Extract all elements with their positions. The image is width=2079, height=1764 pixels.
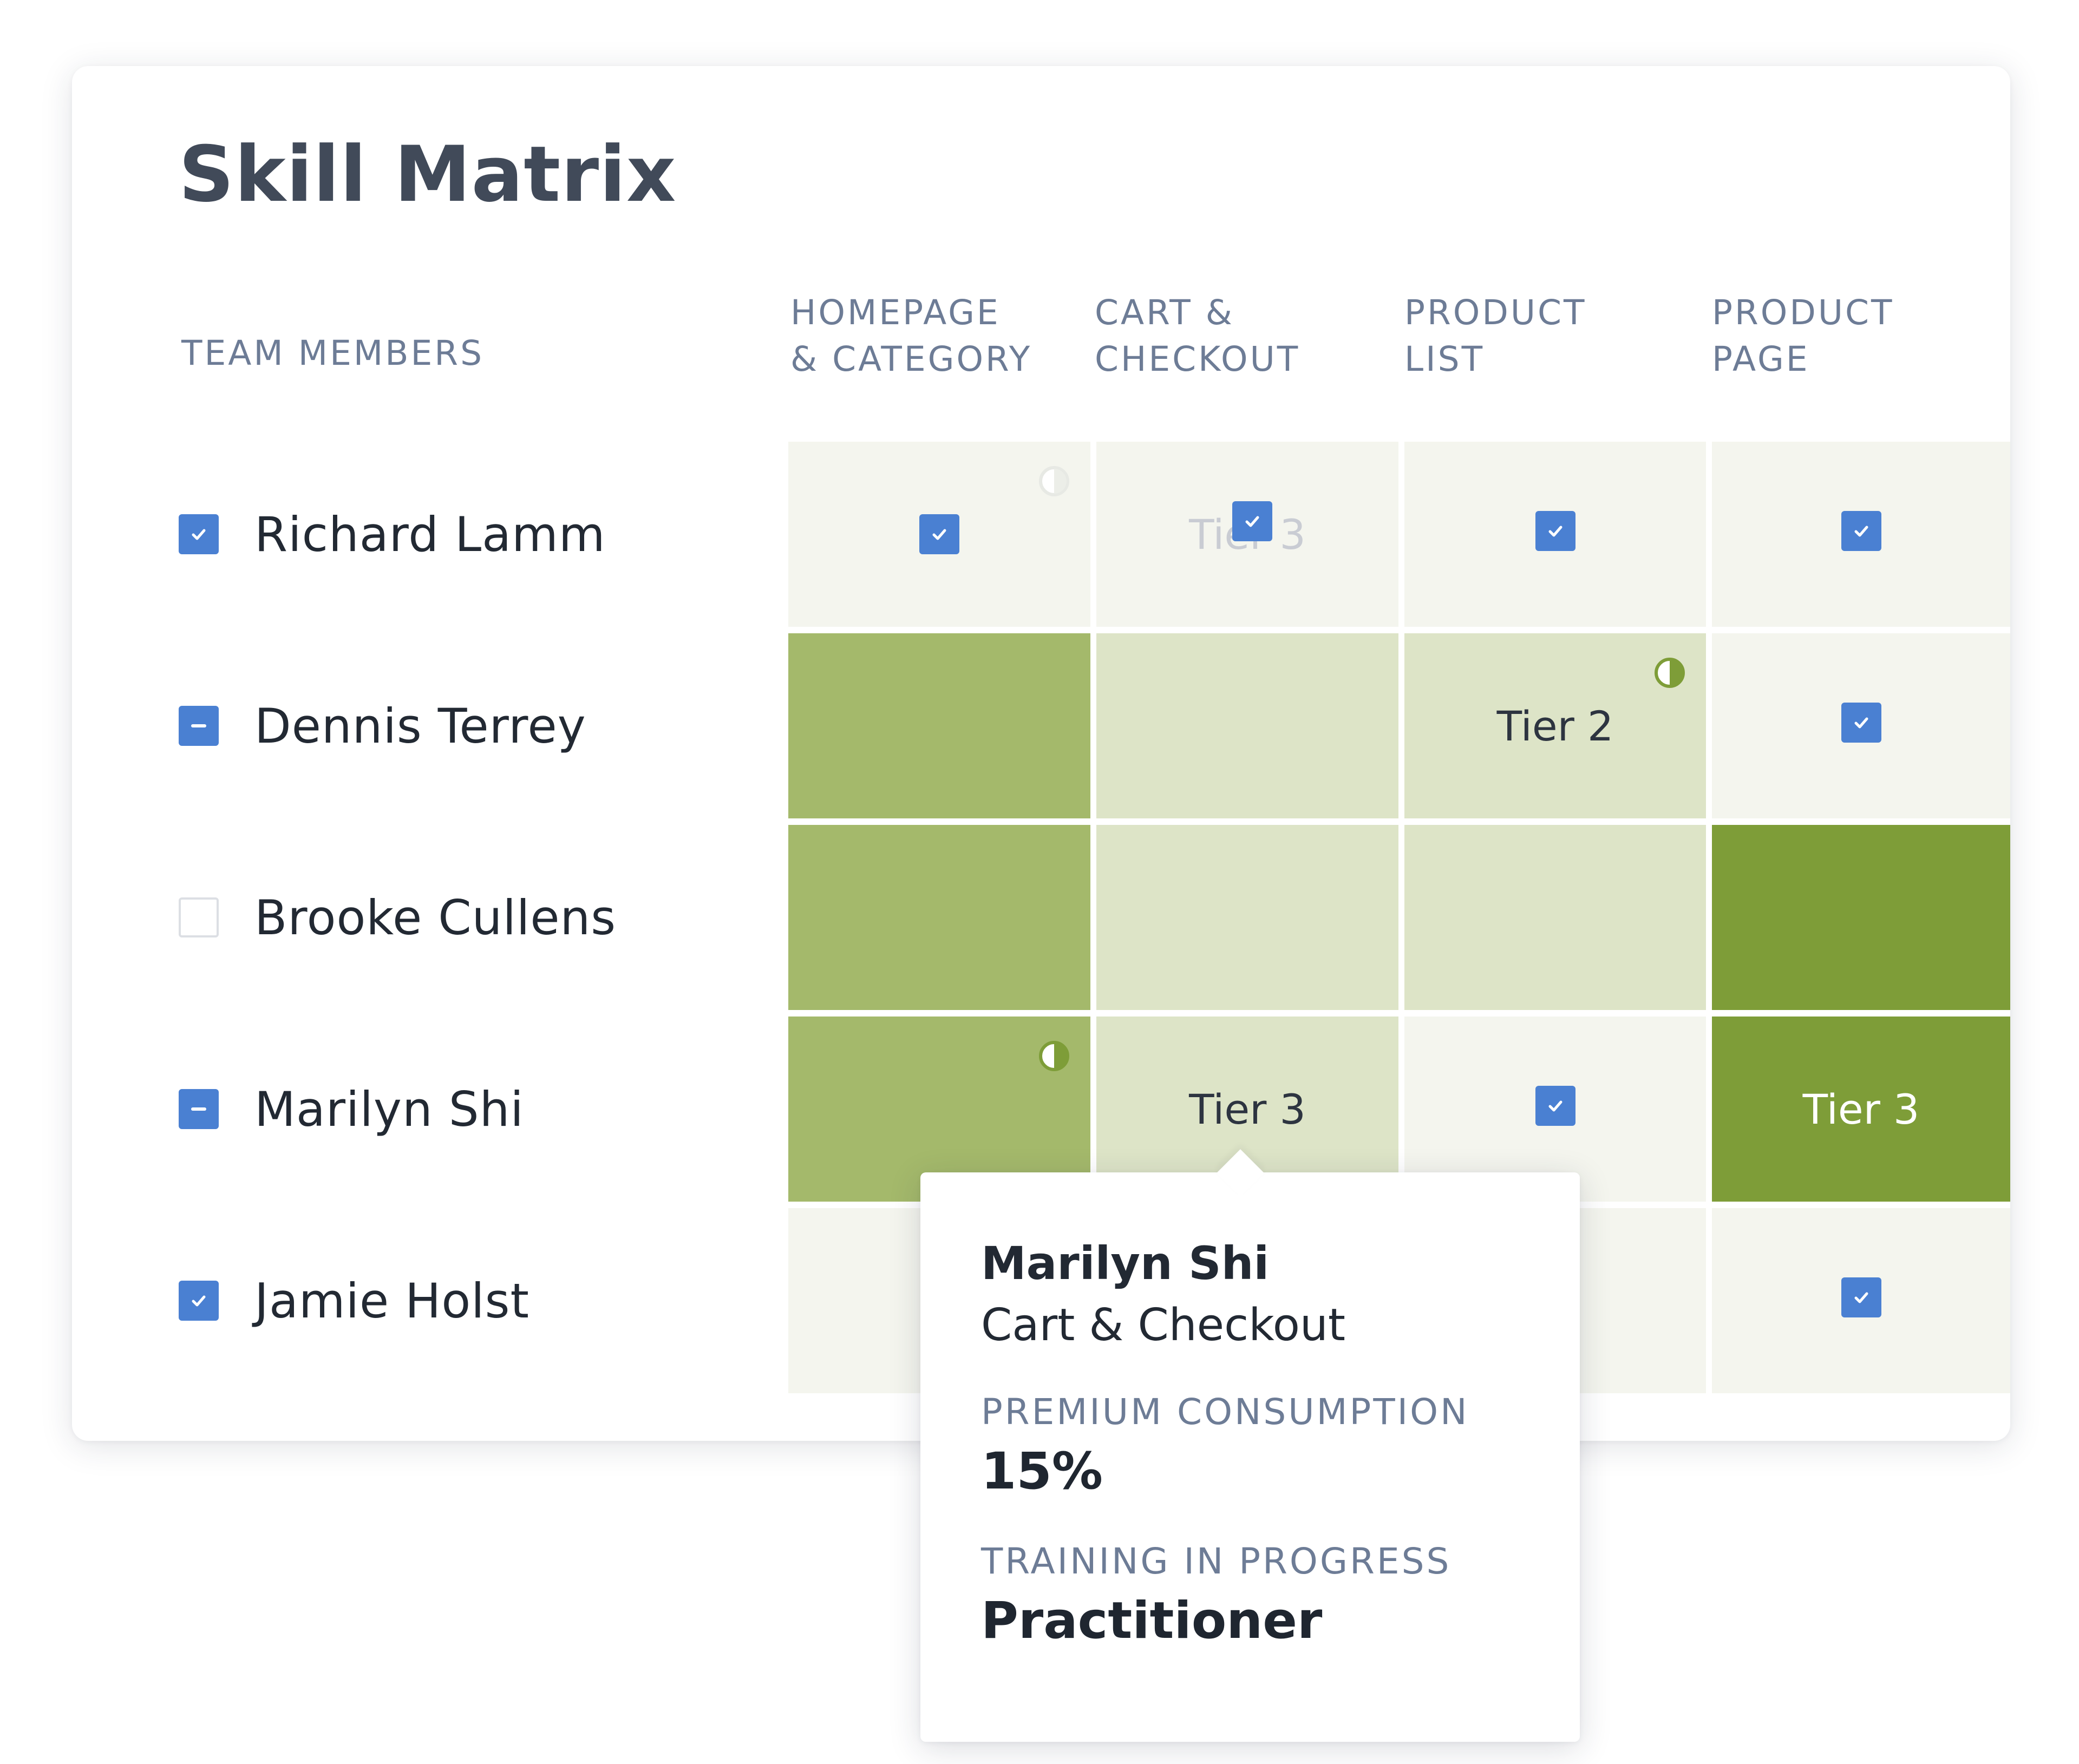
page-title: Skill Matrix: [179, 130, 677, 219]
column-header-line: PRODUCT: [1404, 293, 1587, 332]
completed-check-icon: [1841, 703, 1881, 743]
completed-check-icon: [1841, 1277, 1881, 1317]
training-progress-icon: [1039, 466, 1069, 496]
completed-check-icon: [1232, 501, 1272, 541]
completed-check-icon: [1535, 1086, 1575, 1126]
member-checkbox[interactable]: [179, 706, 219, 746]
tier-label: Tier 2: [1496, 701, 1614, 750]
skill-tooltip: Marilyn Shi Cart & Checkout PREMIUM CONS…: [920, 1149, 1580, 1742]
column-header-line: HOMEPAGE: [790, 293, 1001, 332]
member-checkbox[interactable]: [179, 1089, 219, 1129]
team-member-row: Richard Lamm: [179, 438, 606, 630]
team-member-row: Jamie Holst: [179, 1205, 529, 1396]
skill-cell[interactable]: [788, 633, 1090, 818]
skill-cell[interactable]: [1712, 633, 2010, 818]
member-name: Jamie Holst: [254, 1273, 529, 1329]
skill-cell[interactable]: [1712, 825, 2010, 1010]
tooltip-premium-value: 15%: [981, 1442, 1103, 1501]
tooltip-training-label: TRAINING IN PROGRESS: [981, 1540, 1452, 1582]
skill-cell[interactable]: [1712, 1208, 2010, 1393]
completed-check-icon: [1535, 511, 1575, 551]
column-header-line: & CATEGORY: [790, 339, 1032, 379]
completed-check-icon: [1841, 511, 1881, 551]
column-header-line: LIST: [1404, 339, 1485, 379]
column-header: HOMEPAGE & CATEGORY: [790, 290, 1032, 383]
column-header-line: PRODUCT: [1712, 293, 1894, 332]
tier-label: Tier 3: [1802, 1085, 1920, 1133]
tier-label: Tier 3: [1189, 1085, 1306, 1133]
skill-cell[interactable]: [788, 825, 1090, 1010]
skill-cell[interactable]: Tier 3: [1712, 1017, 2010, 1202]
column-header: CART & CHECKOUT: [1095, 290, 1300, 383]
completed-check-icon: [919, 514, 959, 554]
member-name: Richard Lamm: [254, 506, 606, 562]
member-name: Dennis Terrey: [254, 698, 586, 754]
skill-cell[interactable]: [1096, 825, 1398, 1010]
team-member-row: Dennis Terrey: [179, 630, 586, 822]
member-checkbox[interactable]: [179, 514, 219, 554]
tooltip-member-name: Marilyn Shi: [981, 1237, 1270, 1290]
team-members-header: TEAM MEMBERS: [181, 330, 484, 377]
skill-cell[interactable]: [1712, 442, 2010, 627]
tooltip-skill-name: Cart & Checkout: [981, 1300, 1346, 1351]
tooltip-premium-label: PREMIUM CONSUMPTION: [981, 1391, 1469, 1433]
column-header-line: CHECKOUT: [1095, 339, 1300, 379]
member-name: Marilyn Shi: [254, 1081, 524, 1137]
skill-cell[interactable]: [1404, 825, 1706, 1010]
tooltip-training-value: Practitioner: [981, 1591, 1323, 1650]
skill-cell[interactable]: [1404, 442, 1706, 627]
column-header-line: PAGE: [1712, 339, 1810, 379]
column-header: PRODUCT LIST: [1404, 290, 1586, 383]
member-name: Brooke Cullens: [254, 889, 617, 946]
column-header-line: CART &: [1095, 293, 1234, 332]
skill-cell[interactable]: Tier 3: [1096, 442, 1398, 627]
skill-matrix-page: Skill Matrix TEAM MEMBERS HOMEPAGE & CATE…: [0, 0, 2079, 1764]
training-progress-icon: [1655, 658, 1685, 688]
team-member-row: Marilyn Shi: [179, 1013, 524, 1205]
skill-cell[interactable]: Tier 2: [1404, 633, 1706, 818]
skill-cell[interactable]: [1096, 633, 1398, 818]
team-members-header-label: TEAM MEMBERS: [181, 333, 485, 373]
training-progress-icon: [1039, 1041, 1069, 1071]
team-member-row: Brooke Cullens: [179, 822, 616, 1013]
skill-cell[interactable]: [788, 442, 1090, 627]
member-checkbox[interactable]: [179, 897, 219, 937]
column-header: PRODUCT PAGE: [1712, 290, 1894, 383]
member-checkbox[interactable]: [179, 1281, 219, 1321]
